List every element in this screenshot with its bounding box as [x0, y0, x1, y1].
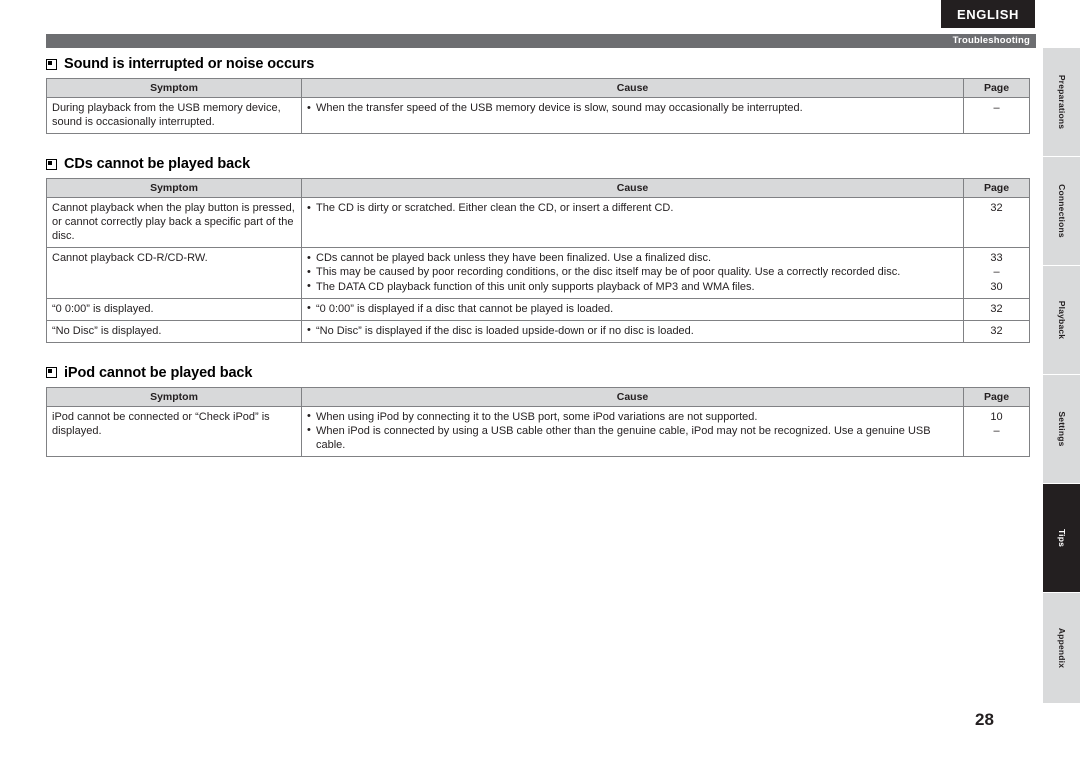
side-tab-appendix-label: Appendix: [1056, 627, 1067, 669]
section-heading-ipod-cannot-play: iPod cannot be played back: [46, 365, 1030, 381]
cell-symptom: iPod cannot be connected or “Check iPod”…: [46, 405, 302, 458]
column-header-cause: Cause: [301, 386, 964, 407]
column-header-page: Page: [963, 386, 1030, 407]
table-header-row: Symptom Cause Page: [46, 386, 1030, 407]
cell-symptom: “0 0:00” is displayed.: [46, 297, 302, 321]
page-ref: 32: [990, 302, 1003, 315]
table-ipod-cannot-play: Symptom Cause Page iPod cannot be connec…: [46, 386, 1030, 458]
cell-page: 10 –: [963, 405, 1030, 458]
page-ref: 32: [990, 324, 1003, 337]
table-cds-cannot-play: Symptom Cause Page Cannot playback when …: [46, 178, 1030, 343]
column-header-symptom: Symptom: [46, 78, 302, 98]
bullet-square-icon: [46, 58, 57, 70]
column-header-page: Page: [963, 78, 1030, 98]
cause-item: The DATA CD playback function of this un…: [307, 279, 958, 294]
side-tab-connections[interactable]: Connections: [1043, 157, 1080, 265]
table-sound-interrupted: Symptom Cause Page During playback from …: [46, 78, 1030, 135]
section-heading-sound-interrupted: Sound is interrupted or noise occurs: [46, 56, 1030, 72]
page-ref: –: [993, 266, 1000, 279]
side-tab-preparations-label: Preparations: [1056, 74, 1067, 130]
table-row: During playback from the USB memory devi…: [46, 96, 1030, 135]
cell-cause: When using iPod by connecting it to the …: [301, 405, 964, 458]
side-tab-appendix[interactable]: Appendix: [1043, 593, 1080, 703]
side-tab-playback[interactable]: Playback: [1043, 266, 1080, 374]
column-header-page: Page: [963, 178, 1030, 199]
cell-page: 33 – 30: [963, 247, 1030, 299]
side-tab-settings[interactable]: Settings: [1043, 375, 1080, 483]
side-tab-connections-label: Connections: [1056, 184, 1067, 238]
section-tab-rail: Preparations Connections Playback Settin…: [1043, 48, 1080, 703]
table-row: “0 0:00” is displayed. “0 0:00” is displ…: [46, 297, 1030, 321]
section-heading-ipod-cannot-play-label: iPod cannot be played back: [64, 364, 253, 381]
cell-cause: When the transfer speed of the USB memor…: [301, 96, 964, 135]
cell-page: –: [963, 96, 1030, 135]
page-ref: 32: [990, 202, 1003, 215]
cell-cause: CDs cannot be played back unless they ha…: [301, 247, 964, 299]
cause-item: CDs cannot be played back unless they ha…: [307, 251, 958, 265]
column-header-symptom: Symptom: [46, 178, 302, 199]
cell-page: 32: [963, 319, 1030, 343]
section-heading-sound-interrupted-label: Sound is interrupted or noise occurs: [64, 56, 315, 72]
cause-item: This may be caused by poor recording con…: [307, 265, 958, 279]
cell-symptom: During playback from the USB memory devi…: [46, 96, 302, 135]
running-head-label: Troubleshooting: [952, 35, 1030, 46]
cause-item: When iPod is connected by using a USB ca…: [307, 423, 958, 452]
page-ref: 30: [990, 280, 1003, 293]
column-header-symptom: Symptom: [46, 386, 302, 407]
side-tab-preparations[interactable]: Preparations: [1043, 48, 1080, 156]
language-tab-label: ENGLISH: [957, 6, 1019, 22]
language-tab: ENGLISH: [941, 0, 1035, 28]
bullet-square-icon: [46, 367, 57, 379]
cell-cause: The CD is dirty or scratched. Either cle…: [301, 197, 964, 249]
running-head-bar: Troubleshooting: [46, 34, 1036, 48]
cell-symptom: Cannot playback CD-R/CD-RW.: [46, 247, 302, 299]
side-tab-playback-label: Playback: [1056, 300, 1067, 340]
cell-symptom: Cannot playback when the play button is …: [46, 197, 302, 249]
page-ref: –: [993, 424, 1000, 437]
table-header-row: Symptom Cause Page: [46, 178, 1030, 199]
cell-cause: “0 0:00” is displayed if a disc that can…: [301, 297, 964, 321]
cause-item: When using iPod by connecting it to the …: [307, 409, 958, 424]
side-tab-tips-label: Tips: [1056, 528, 1067, 548]
side-tab-tips[interactable]: Tips: [1043, 484, 1080, 592]
cause-item: The CD is dirty or scratched. Either cle…: [307, 201, 958, 215]
table-row: “No Disc” is displayed. “No Disc” is dis…: [46, 319, 1030, 343]
page-ref: 33: [990, 252, 1003, 265]
table-row: Cannot playback CD-R/CD-RW. CDs cannot b…: [46, 247, 1030, 299]
cell-page: 32: [963, 297, 1030, 321]
page-ref: –: [993, 102, 1000, 114]
cell-symptom: “No Disc” is displayed.: [46, 319, 302, 343]
page-number: 28: [975, 710, 994, 729]
bullet-square-icon: [46, 158, 57, 170]
section-heading-cds-cannot-play-label: CDs cannot be played back: [64, 156, 251, 173]
column-header-cause: Cause: [301, 178, 964, 199]
cause-item: “0 0:00” is displayed if a disc that can…: [307, 301, 958, 316]
page-content: Sound is interrupted or noise occurs Sym…: [46, 56, 1030, 479]
table-row: iPod cannot be connected or “Check iPod”…: [46, 405, 1030, 458]
side-tab-settings-label: Settings: [1056, 411, 1067, 447]
cell-cause: “No Disc” is displayed if the disc is lo…: [301, 319, 964, 343]
table-row: Cannot playback when the play button is …: [46, 197, 1030, 249]
cause-item: When the transfer speed of the USB memor…: [307, 100, 958, 115]
page-ref: 10: [990, 410, 1003, 423]
cause-item: “No Disc” is displayed if the disc is lo…: [307, 323, 958, 338]
cell-page: 32: [963, 197, 1030, 249]
table-header-row: Symptom Cause Page: [46, 78, 1030, 98]
section-heading-cds-cannot-play: CDs cannot be played back: [46, 156, 1030, 172]
column-header-cause: Cause: [301, 78, 964, 98]
